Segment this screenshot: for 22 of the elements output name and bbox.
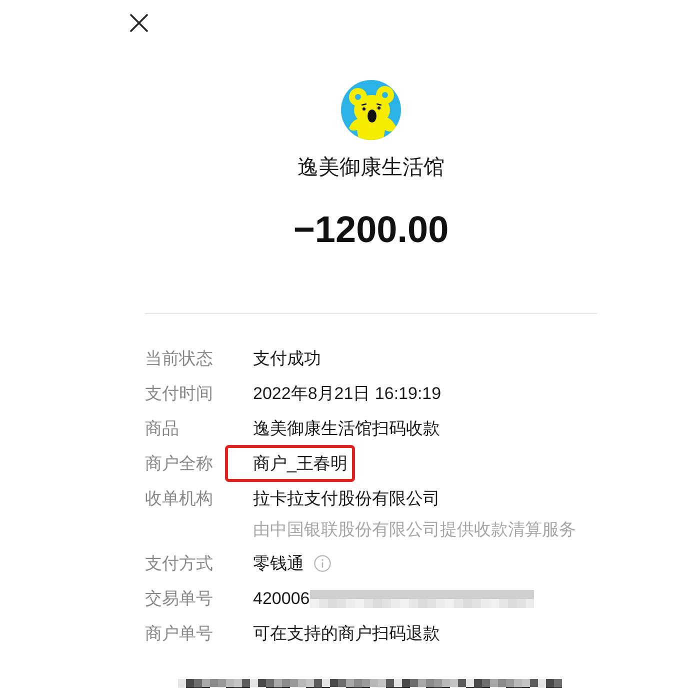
detail-value: 拉卡拉支付股份有限公司 xyxy=(253,488,440,510)
close-icon xyxy=(130,14,148,32)
merchant-name: 逸美御康生活馆 xyxy=(298,155,444,181)
detail-label: 支付方式 xyxy=(145,553,214,575)
detail-label: 收单机构 xyxy=(145,488,214,510)
koala-avatar-icon xyxy=(341,80,401,140)
detail-note: 由中国银联股份有限公司提供收款清算服务 xyxy=(253,519,576,541)
detail-value: 2022年8月21日 16:19:19 xyxy=(253,383,442,405)
detail-value: 420006 xyxy=(253,588,310,610)
close-button[interactable] xyxy=(128,12,150,34)
detail-label: 当前状态 xyxy=(145,348,214,370)
detail-label: 商户全称 xyxy=(145,453,214,475)
payment-amount: −1200.00 xyxy=(293,208,449,252)
detail-label: 商品 xyxy=(145,418,180,440)
detail-label: 支付时间 xyxy=(145,383,214,405)
detail-label: 商户单号 xyxy=(145,623,214,645)
detail-value: 逸美御康生活馆扫码收款 xyxy=(253,418,440,440)
detail-value: 支付成功 xyxy=(253,348,321,370)
detail-value: 商户_王春明 xyxy=(253,453,348,475)
detail-value: 可在支持的商户扫码退款 xyxy=(253,623,440,645)
detail-label: 交易单号 xyxy=(145,588,214,610)
detail-value: 零钱通 xyxy=(253,553,304,575)
